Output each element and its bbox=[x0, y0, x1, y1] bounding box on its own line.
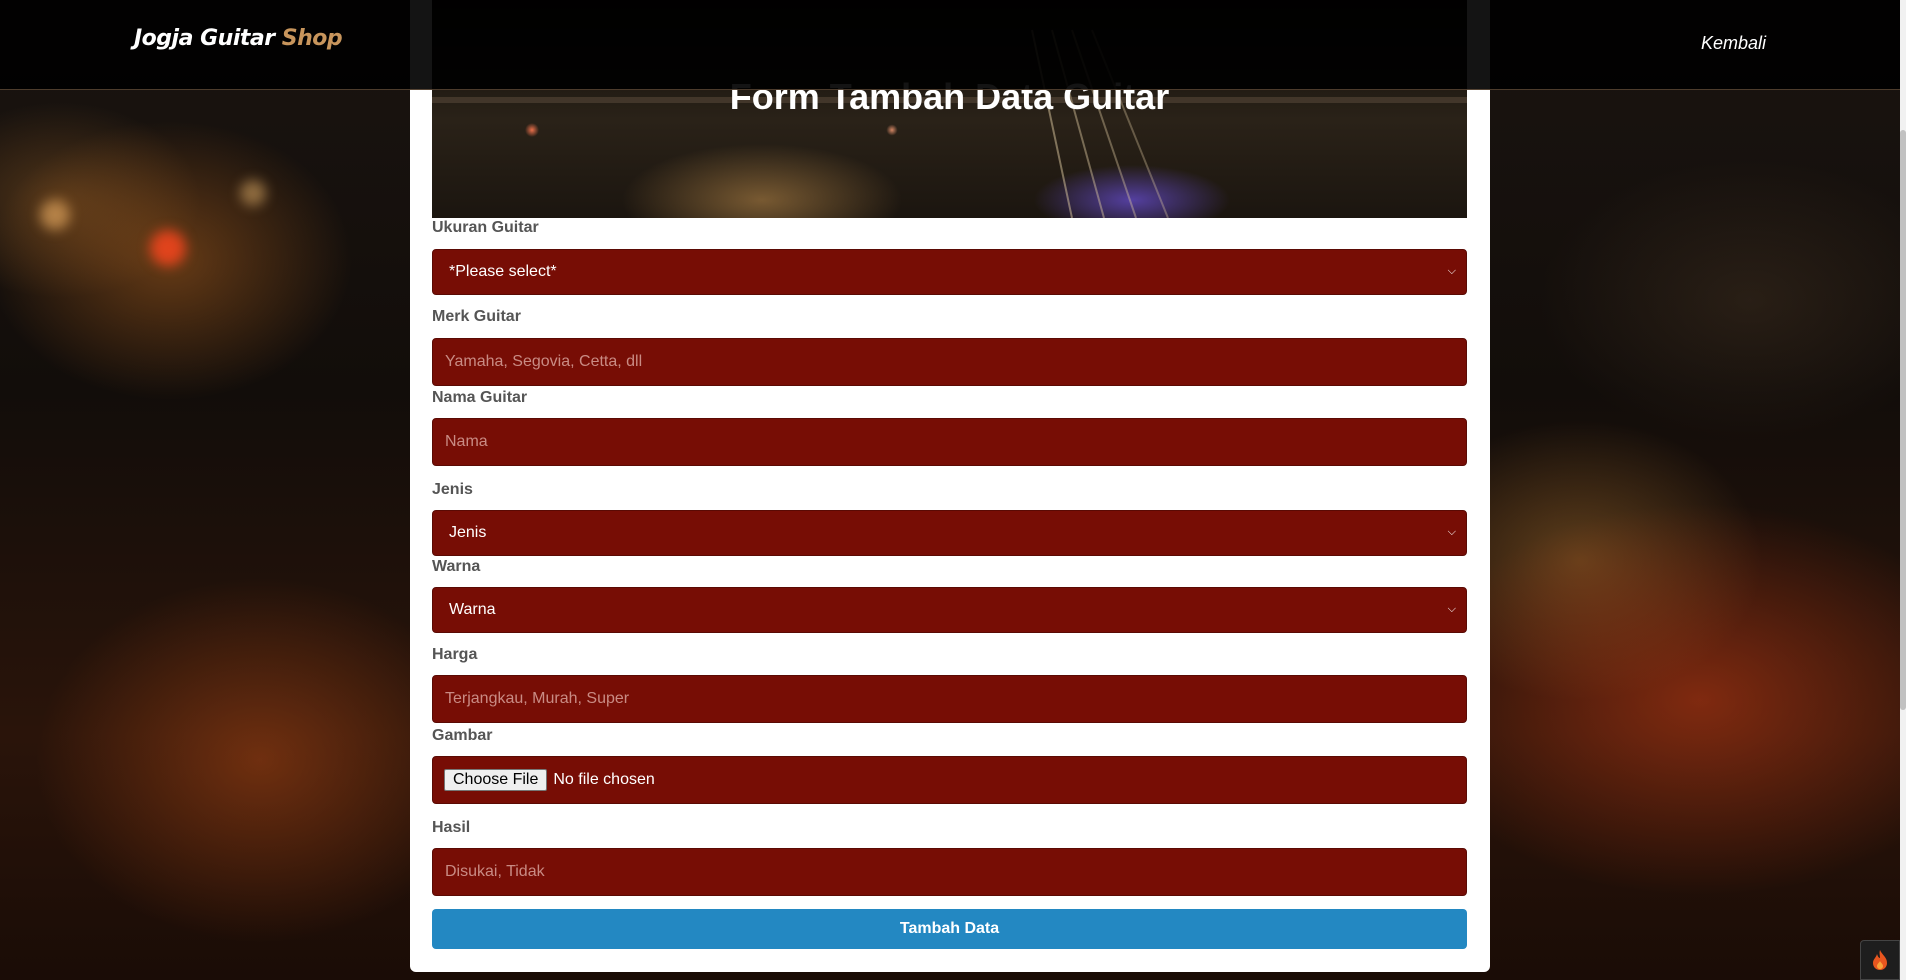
ukuran-selected-value: *Please select* bbox=[449, 263, 557, 280]
ukuran-select[interactable]: *Please select* ⌵ bbox=[432, 249, 1467, 295]
warna-label: Warna bbox=[432, 558, 481, 575]
nama-label: Nama Guitar bbox=[432, 389, 528, 406]
tambah-data-button[interactable]: Tambah Data bbox=[432, 909, 1467, 949]
jenis-selected-value: Jenis bbox=[449, 524, 487, 541]
warna-select[interactable]: Warna ⌵ bbox=[432, 587, 1467, 633]
brand-main-text: Jogja Guitar bbox=[134, 26, 275, 51]
back-link[interactable]: Kembali bbox=[1701, 33, 1766, 54]
jenis-select[interactable]: Jenis ⌵ bbox=[432, 510, 1467, 556]
merk-label: Merk Guitar bbox=[432, 308, 521, 325]
warna-selected-value: Warna bbox=[449, 601, 496, 618]
brand-accent-text: Shop bbox=[281, 26, 343, 51]
merk-placeholder: Yamaha, Segovia, Cetta, dll bbox=[445, 353, 643, 370]
harga-input[interactable]: Terjangkau, Murah, Super bbox=[432, 675, 1467, 723]
harga-label: Harga bbox=[432, 646, 478, 663]
chevron-down-icon: ⌵ bbox=[1447, 525, 1456, 538]
background-bokeh bbox=[240, 180, 266, 206]
nama-input[interactable]: Nama bbox=[432, 418, 1467, 466]
hasil-label: Hasil bbox=[432, 819, 471, 836]
brand-logo[interactable]: Jogja Guitar Shop bbox=[134, 26, 343, 51]
ukuran-label: Ukuran Guitar bbox=[432, 219, 539, 236]
hasil-placeholder: Disukai, Tidak bbox=[445, 863, 545, 880]
background-bokeh bbox=[40, 200, 70, 230]
chevron-down-icon: ⌵ bbox=[1447, 264, 1456, 277]
choose-file-button[interactable]: Choose File bbox=[444, 769, 548, 791]
jenis-label: Jenis bbox=[432, 481, 473, 498]
harga-placeholder: Terjangkau, Murah, Super bbox=[445, 690, 630, 707]
chevron-down-icon: ⌵ bbox=[1447, 602, 1456, 615]
page-scrollbar[interactable] bbox=[1900, 0, 1906, 980]
nama-placeholder: Nama bbox=[445, 433, 488, 450]
scrollbar-thumb[interactable] bbox=[1900, 130, 1906, 710]
gambar-file-input[interactable]: Choose File No file chosen bbox=[432, 756, 1467, 804]
merk-input[interactable]: Yamaha, Segovia, Cetta, dll bbox=[432, 338, 1467, 386]
top-navbar: Jogja Guitar Shop Kembali bbox=[0, 0, 1906, 90]
flame-icon-graphic bbox=[1873, 950, 1887, 970]
file-status-text: No file chosen bbox=[553, 771, 655, 788]
background-bokeh bbox=[150, 230, 186, 266]
gambar-label: Gambar bbox=[432, 727, 493, 744]
flame-icon[interactable] bbox=[1860, 940, 1900, 980]
hasil-input[interactable]: Disukai, Tidak bbox=[432, 848, 1467, 896]
